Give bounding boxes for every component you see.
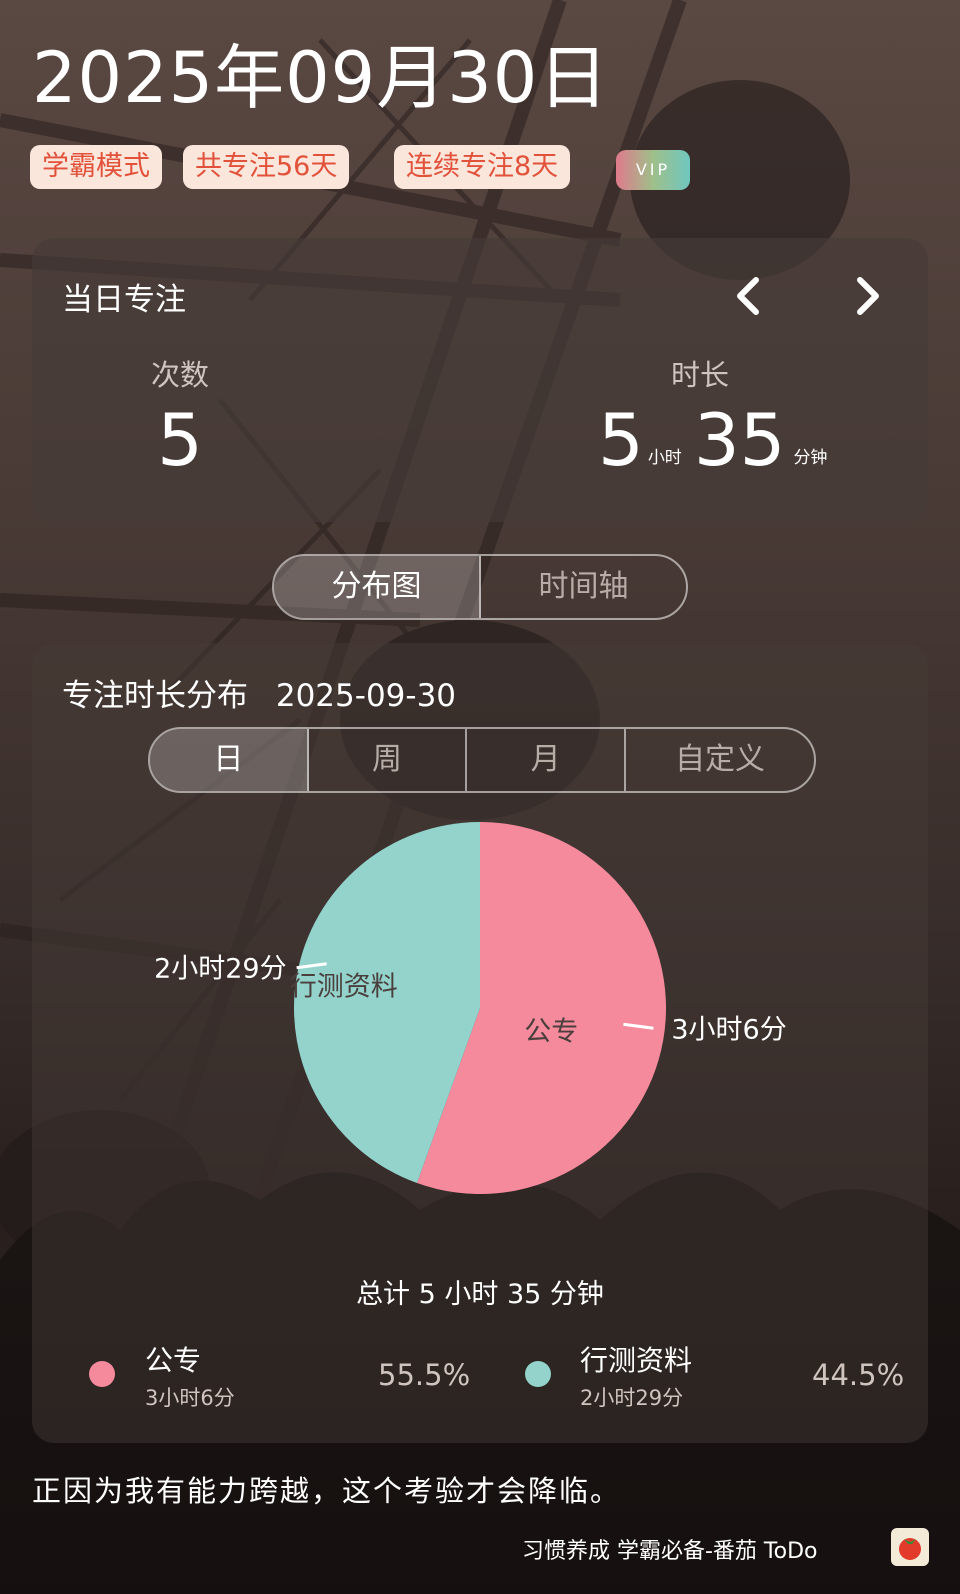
tag-streak-days: 连续专注8天 [394, 145, 571, 189]
pie-slice-duration-label: 2小时29分 [154, 954, 287, 985]
tab-week[interactable]: 周 [309, 729, 468, 791]
duration-minutes-unit: 分钟 [793, 448, 828, 468]
distribution-title-row: 专注时长分布 2025-09-30 [62, 670, 456, 715]
distribution-date: 2025-09-30 [275, 678, 457, 714]
range-toggle: 日 周 月 自定义 [148, 727, 816, 793]
legend-dot-xingce [525, 1361, 551, 1387]
total-duration: 总计 5 小时 35 分钟 [356, 1279, 604, 1310]
legend-dot-gongzhuan [89, 1361, 115, 1387]
duration-label: 时长 [670, 358, 729, 392]
duration-hours: 5 [598, 398, 644, 482]
count-value: 5 [157, 398, 203, 482]
duration-value: 5 小时 35 分钟 [598, 400, 827, 480]
legend-percent-xingce: 44.5% [812, 1358, 905, 1392]
motivational-quote: 正因为我有能力跨越，这个考验才会降临。 [32, 1474, 622, 1508]
pie-slice-name-label: 行测资料 [290, 972, 398, 1003]
view-toggle: 分布图 时间轴 [272, 554, 688, 620]
chevron-left-icon[interactable] [726, 272, 774, 320]
legend-percent-gongzhuan: 55.5% [378, 1358, 471, 1392]
tag-xueba-mode[interactable]: 学霸模式 [30, 145, 162, 189]
duration-hours-unit: 小时 [647, 448, 682, 468]
tab-month[interactable]: 月 [467, 729, 627, 791]
legend-duration-xingce: 2小时29分 [580, 1386, 684, 1410]
tab-custom[interactable]: 自定义 [626, 729, 814, 791]
daily-focus-title: 当日专注 [62, 282, 186, 318]
page-title-date: 2025年09月30日 [32, 37, 610, 119]
tomato-icon [899, 1538, 921, 1560]
distribution-title: 专注时长分布 [62, 678, 248, 714]
tab-timeline[interactable]: 时间轴 [481, 556, 686, 618]
pie-slice-name-label: 公专 [524, 1016, 578, 1047]
legend-name-xingce: 行测资料 [580, 1344, 693, 1377]
vip-badge[interactable]: VIP [616, 150, 690, 190]
tag-total-days: 共专注56天 [183, 145, 350, 189]
tab-distribution[interactable]: 分布图 [274, 556, 481, 618]
tab-day[interactable]: 日 [150, 729, 309, 791]
legend-name-gongzhuan: 公专 [145, 1344, 202, 1377]
chevron-right-icon[interactable] [842, 272, 890, 320]
app-logo [891, 1528, 929, 1566]
footer-slogan: 习惯养成 学霸必备-番茄 ToDo [522, 1539, 818, 1564]
duration-minutes: 35 [693, 398, 786, 482]
pie-chart: 公专 3小时6分 行测资料2小时29分 [154, 822, 787, 1194]
legend-duration-gongzhuan: 3小时6分 [145, 1386, 235, 1410]
pie-slice-duration-label: 3小时6分 [671, 1014, 786, 1045]
count-label: 次数 [150, 358, 209, 392]
